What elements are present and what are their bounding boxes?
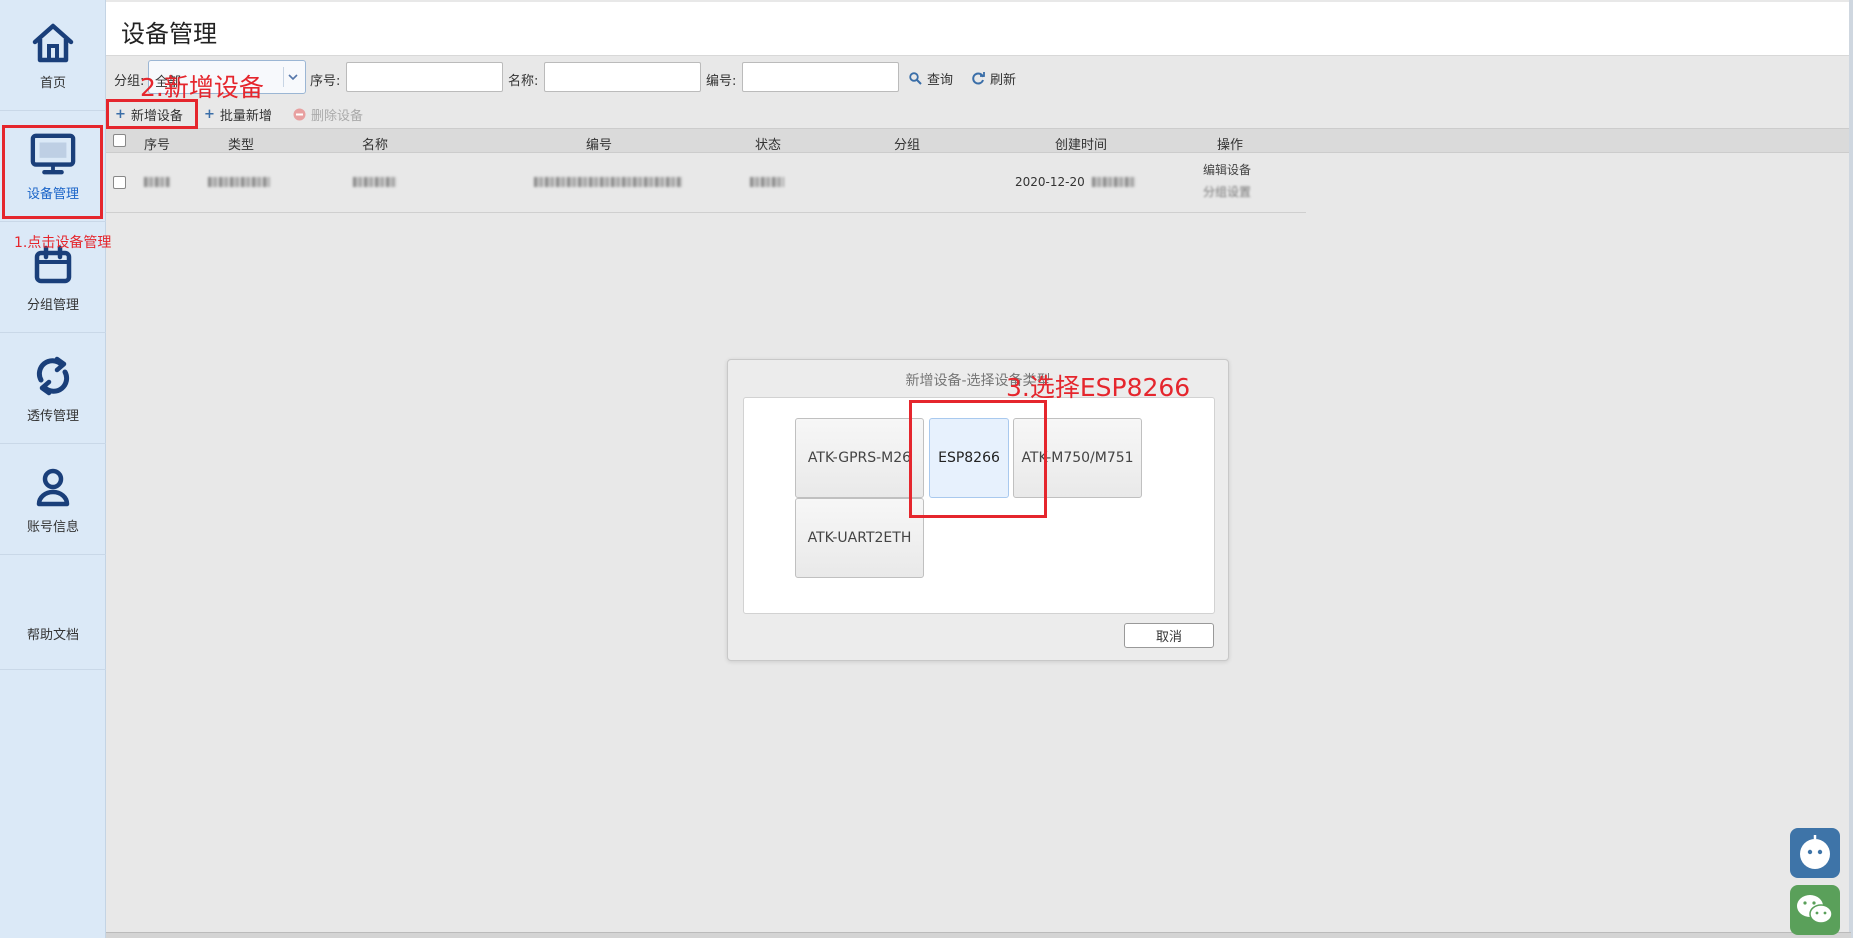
annotation-step2: 2.新增设备 (140, 73, 264, 102)
redacted-status (750, 177, 784, 187)
table-row[interactable]: 2020-12-20 编辑设备 分组设置 (106, 153, 1306, 213)
column-header: 类型 (227, 138, 255, 153)
redacted-time (1092, 177, 1136, 187)
search-icon (909, 72, 922, 85)
batch-add-label: 批量新增 (219, 109, 272, 124)
query-button[interactable]: 查询 (909, 69, 953, 88)
created-time: 2020-12-20 (1015, 175, 1085, 189)
sidebar-item-account[interactable]: 账号信息 (0, 444, 106, 555)
wechat-button[interactable] (1790, 885, 1840, 935)
batch-add-button[interactable]: + 批量新增 (204, 105, 272, 124)
seq-input[interactable] (346, 62, 503, 92)
column-header: 创建时间 (1054, 138, 1108, 153)
column-header: 分组 (893, 138, 921, 153)
name-filter-label: 名称: (508, 74, 539, 89)
sync-icon (30, 353, 76, 399)
edit-device-link[interactable]: 编辑设备 (1203, 161, 1251, 178)
sidebar-item-label: 透传管理 (26, 408, 79, 424)
cancel-button[interactable]: 取消 (1124, 623, 1214, 648)
delete-device-label: 删除设备 (311, 109, 364, 124)
redacted-code (534, 177, 682, 187)
right-scrollbar[interactable] (1849, 0, 1853, 938)
row-checkbox[interactable] (113, 176, 126, 189)
device-option-atk-uart2eth[interactable]: ATK-UART2ETH (795, 498, 924, 578)
delete-device-button[interactable]: 删除设备 (293, 105, 363, 124)
chat-bot-icon (1800, 835, 1830, 869)
annotation-box-step1 (2, 125, 103, 219)
toolbar: + 新增设备 + 批量新增 删除设备 (106, 100, 1851, 128)
refresh-label: 刷新 (990, 73, 1017, 88)
horizontal-scrollbar[interactable] (106, 932, 1851, 938)
redacted-seq (144, 177, 170, 187)
select-all-checkbox[interactable] (113, 134, 126, 147)
sidebar-item-label: 首页 (39, 75, 66, 91)
table-header: 序号 类型 名称 编号 状态 分组 创建时间 操作 (106, 128, 1851, 153)
seq-filter-label: 序号: (310, 74, 341, 89)
annotation-step1: 1.点击设备管理 (14, 235, 112, 251)
query-label: 查询 (927, 73, 954, 88)
name-input[interactable] (544, 62, 701, 92)
column-header: 名称 (361, 138, 389, 153)
code-input[interactable] (742, 62, 899, 92)
wechat-icon (1797, 895, 1833, 924)
column-header: 状态 (754, 138, 782, 153)
sidebar-item-home[interactable]: 首页 (0, 0, 106, 111)
page-header: 设备管理 (106, 2, 1851, 56)
annotation-step3: 3.选择ESP8266 (1006, 373, 1191, 402)
code-filter-label: 编号: (706, 74, 737, 89)
sidebar-item-help[interactable]: 帮助文档 (0, 598, 106, 670)
group-settings-link[interactable]: 分组设置 (1203, 183, 1251, 200)
plus-icon: + (204, 107, 215, 122)
device-option-atk-gprs-m26[interactable]: ATK-GPRS-M26 (795, 418, 924, 498)
redacted-name (353, 177, 397, 187)
page-title: 设备管理 (121, 20, 217, 48)
sidebar-item-label: 账号信息 (26, 519, 79, 535)
refresh-button[interactable]: 刷新 (972, 69, 1016, 88)
column-header: 编号 (585, 138, 613, 153)
minus-circle-icon (293, 108, 306, 121)
annotation-box-step3 (909, 400, 1047, 518)
user-icon (30, 464, 76, 510)
filter-bar: 分组: 全部 序号: 名称: 编号: 查询 刷新 (106, 56, 1851, 98)
redacted-type (208, 177, 270, 187)
home-icon (30, 20, 76, 66)
sidebar-item-label: 分组管理 (26, 297, 79, 313)
sidebar-item-transparent-transfer[interactable]: 透传管理 (0, 333, 106, 444)
column-header: 操作 (1216, 138, 1244, 153)
refresh-icon (972, 72, 985, 85)
chevron-down-icon (283, 67, 301, 87)
column-header: 序号 (143, 138, 171, 153)
chat-bot-button[interactable] (1790, 828, 1840, 878)
